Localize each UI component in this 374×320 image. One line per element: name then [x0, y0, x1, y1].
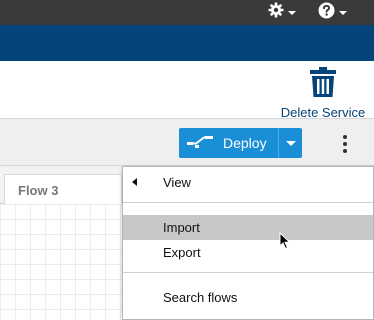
chevron-down-icon	[285, 140, 296, 146]
settings-button[interactable]	[268, 2, 296, 23]
mouse-cursor-icon	[279, 231, 291, 250]
deploy-button-group: Deploy	[179, 128, 302, 158]
kebab-dot	[343, 149, 347, 153]
delete-service-button[interactable]: Delete Service	[278, 67, 368, 120]
toolbar: Deploy	[0, 118, 374, 166]
deploy-label: Deploy	[223, 135, 267, 151]
kebab-dot	[343, 142, 347, 146]
help-button[interactable]	[318, 2, 347, 24]
menu-item-label: View	[163, 175, 191, 190]
top-bar	[0, 0, 374, 25]
header-bar	[0, 25, 374, 61]
menu-item-label: Search flows	[163, 290, 238, 305]
service-bar: Delete Service	[0, 61, 374, 120]
kebab-icon	[343, 135, 347, 139]
chevron-down-icon	[288, 10, 296, 15]
menu-item-view[interactable]: View	[123, 170, 373, 195]
deploy-options-button[interactable]	[279, 128, 302, 158]
menu-item-label: Export	[163, 245, 201, 260]
menu-item-label: Import	[163, 220, 200, 235]
chevron-down-icon	[339, 10, 347, 15]
deploy-icon	[187, 134, 213, 153]
main-menu-button[interactable]	[338, 135, 352, 153]
deploy-button[interactable]: Deploy	[179, 128, 278, 158]
menu-item-export[interactable]: Export	[123, 240, 373, 265]
main-dropdown-menu: View Import Export Search flows	[122, 166, 374, 320]
menu-divider	[123, 202, 373, 203]
chevron-left-icon	[132, 178, 137, 186]
menu-item-import[interactable]: Import	[123, 215, 373, 240]
tab-label: Flow 3	[18, 182, 59, 198]
trash-icon	[310, 67, 336, 102]
menu-divider	[123, 272, 373, 273]
help-icon	[318, 2, 335, 24]
tab-flow-3[interactable]: Flow 3	[4, 174, 122, 205]
menu-item-search-flows[interactable]: Search flows	[123, 285, 373, 310]
gear-icon	[268, 2, 284, 23]
